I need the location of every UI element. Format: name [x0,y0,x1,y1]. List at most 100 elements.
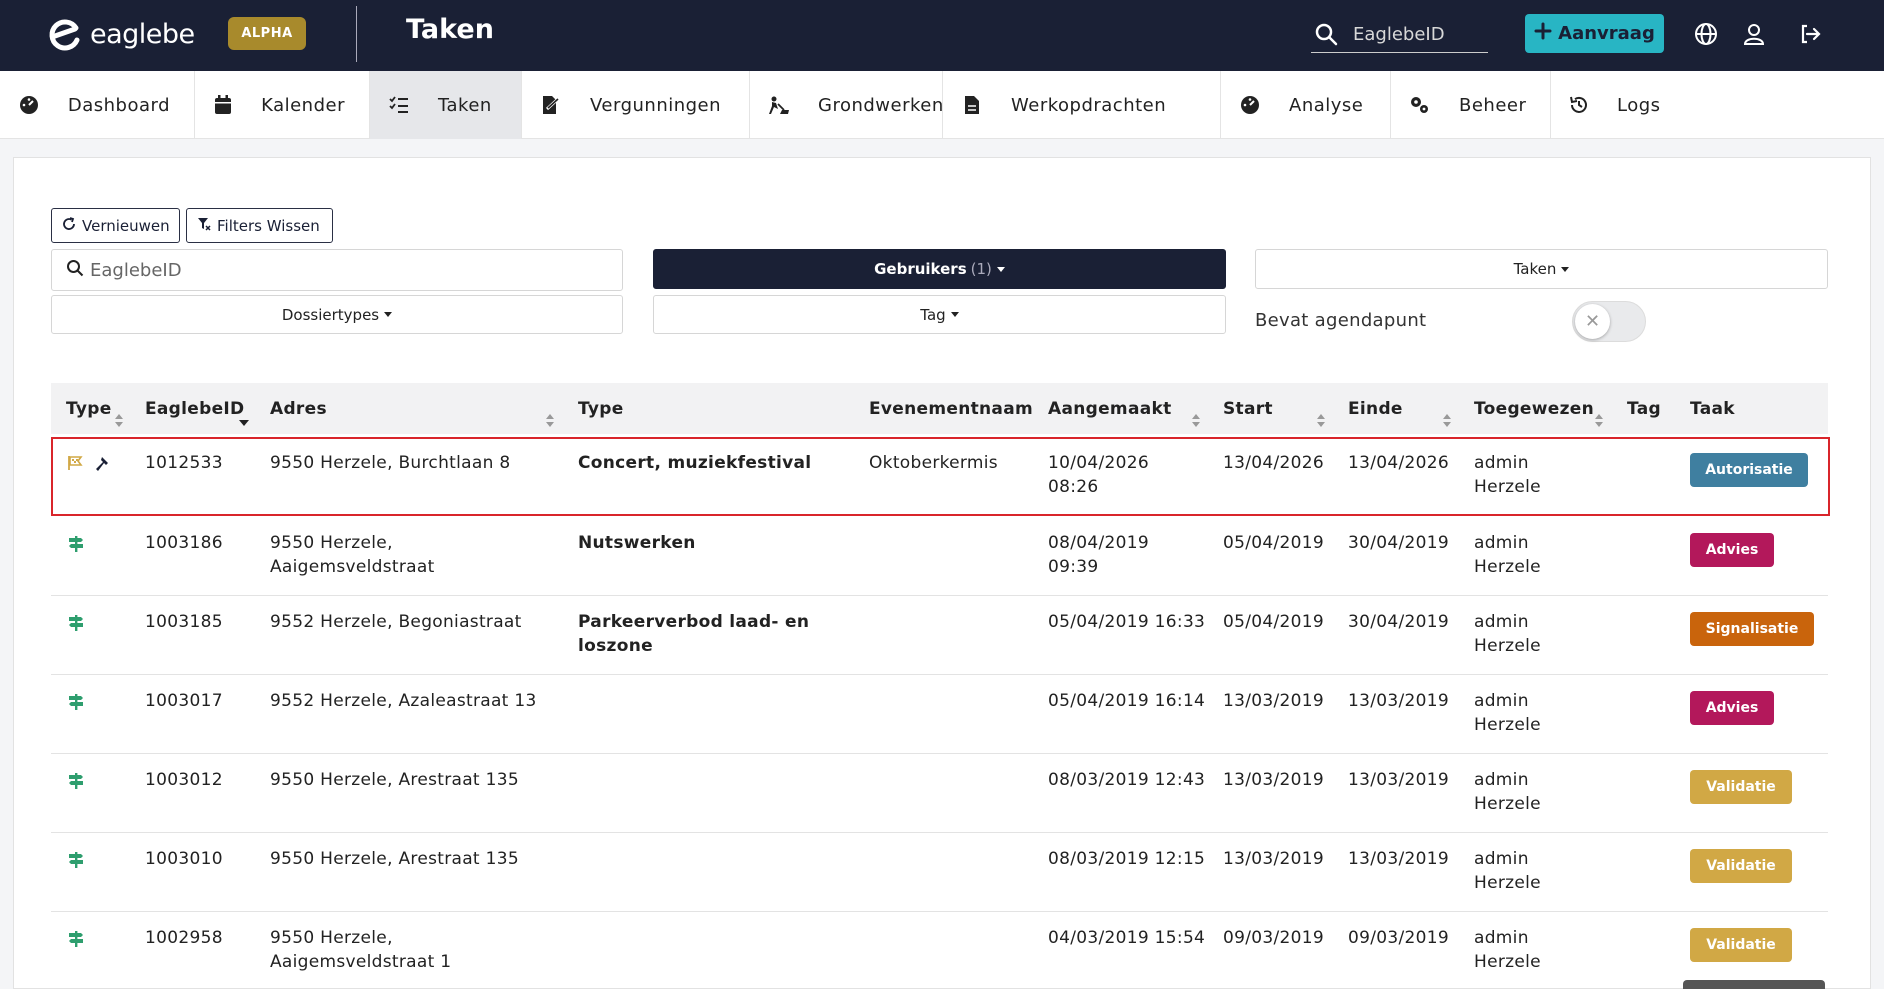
hammer-icon [95,455,113,477]
cell-assigned: admin Herzele [1474,768,1541,816]
dossiertypes-dropdown[interactable]: Dossiertypes [51,295,623,334]
col-eaglebeid[interactable]: EaglebeID [145,383,244,434]
chevron-down-icon [1561,266,1570,272]
users-count: (1) [970,260,992,278]
user-icon[interactable] [1740,20,1768,48]
tag-dropdown[interactable]: Tag [653,295,1226,334]
sort-icon[interactable] [1316,414,1326,428]
cell-start: 13/03/2019 [1223,768,1324,792]
cell-end-line: 30/04/2019 [1348,533,1449,553]
globe-icon[interactable] [1692,20,1720,48]
col-adres[interactable]: Adres [270,383,327,434]
col-tag[interactable]: Tag [1627,383,1661,434]
cell-assigned-line: admin [1474,849,1529,869]
table-row[interactable]: 1003185 9552 Herzele, Begoniastraat Parkee… [51,596,1828,675]
nav-grondwerken[interactable]: Grondwerken [750,71,943,139]
header-search-input[interactable] [1353,23,1483,45]
eaglebe-logo-icon [46,16,82,52]
task-badge[interactable]: Validatie [1690,849,1792,883]
history-icon [1569,94,1589,116]
cell-eaglebeid: 1003010 [145,847,223,871]
task-badge[interactable]: Validatie [1690,770,1792,804]
table-row[interactable]: 1012533 9550 Herzele, Burchtlaan 8 Concert… [51,437,1830,516]
cell-address: 9550 Herzele, Arestraat 135 [270,847,519,871]
analysis-icon [1239,94,1261,116]
logo-text: eaglebe [90,18,195,50]
nav-analyse-label: Analyse [1289,94,1364,116]
clear-filters-button[interactable]: Filters Wissen [186,208,333,243]
cell-assigned-line: Herzele [1474,715,1541,735]
cell-assigned-line: admin [1474,928,1529,948]
table-row[interactable]: 1003012 9550 Herzele, Arestraat 135 08/03/… [51,754,1828,833]
nav-werkopdrachten[interactable]: Werkopdrachten [943,71,1221,139]
sort-icon[interactable] [114,414,124,428]
task-badge[interactable]: Signalisatie [1690,612,1814,646]
cell-end-line: 13/03/2019 [1348,770,1449,790]
users-dropdown[interactable]: Gebruikers (1) [653,249,1226,289]
sort-icon[interactable] [1442,414,1452,428]
col-aangemaakt[interactable]: Aangemaakt [1048,383,1172,434]
cell-eaglebeid-line: 1003012 [145,770,223,790]
cell-start: 13/03/2019 [1223,847,1324,871]
agenda-toggle[interactable]: ✕ [1572,301,1646,342]
nav-kalender[interactable]: Kalender [195,71,370,139]
task-badge[interactable]: Autorisatie [1690,453,1808,487]
task-badge[interactable]: Validatie [1690,928,1792,962]
sort-icon[interactable] [1191,414,1201,428]
nav-dashboard[interactable]: Dashboard [0,71,195,139]
nav-vergunningen-label: Vergunningen [590,94,722,116]
cell-end: 13/03/2019 [1348,847,1449,871]
logout-icon[interactable] [1796,20,1824,48]
sort-icon[interactable] [1594,414,1604,428]
signpost-icon [67,693,85,715]
sort-icon[interactable] [545,414,555,428]
cell-start: 13/03/2019 [1223,689,1324,713]
refresh-button[interactable]: Vernieuwen [51,208,180,243]
digging-icon [768,94,790,116]
tasks-dropdown[interactable]: Taken [1255,249,1828,289]
cell-address: 9552 Herzele, Azaleastraat 13 [270,689,537,713]
col-toegewezen[interactable]: Toegewezen [1474,383,1594,434]
nav-analyse[interactable]: Analyse [1221,71,1391,139]
cell-eaglebeid: 1012533 [145,451,223,475]
table-row[interactable]: 1003010 9550 Herzele, Arestraat 135 08/03/… [51,833,1828,912]
table-row[interactable]: 1002958 9550 Herzele, Aaigemsveldstraat 1 0… [51,912,1828,989]
cell-assigned-line: Herzele [1474,557,1541,577]
row-type-icons [67,851,85,873]
table-header: Type EaglebeID Adres Type Evenementnaam … [51,383,1828,434]
col-taak[interactable]: Taak [1690,383,1735,434]
table-row[interactable]: 1003017 9552 Herzele, Azaleastraat 13 05/0… [51,675,1828,754]
cell-created: 10/04/2026 08:26 [1048,451,1149,499]
table-row[interactable]: 1003186 9550 Herzele, Aaigemsveldstraat Nut… [51,517,1828,596]
col-start[interactable]: Start [1223,383,1273,434]
col-type[interactable]: Type [578,383,624,434]
nav-logs[interactable]: Logs [1551,71,1681,139]
row-type-icons [67,772,85,794]
nav-beheer[interactable]: Beheer [1391,71,1551,139]
sort-desc-icon[interactable] [238,414,249,428]
cell-created-line: 08:26 [1048,477,1099,497]
col-evenementnaam[interactable]: Evenementnaam [869,383,1033,434]
cell-created: 08/04/2019 09:39 [1048,531,1149,579]
eaglebeid-filter-input[interactable] [90,259,590,281]
nav-vergunningen[interactable]: Vergunningen [522,71,750,139]
app-logo[interactable]: eaglebe [46,16,195,52]
dashboard-icon [18,94,40,116]
cell-end: 13/03/2019 [1348,689,1449,713]
col-einde[interactable]: Einde [1348,383,1403,434]
cell-end-line: 13/03/2019 [1348,849,1449,869]
agenda-toggle-label: Bevat agendapunt [1255,310,1427,331]
new-request-label: Aanvraag [1558,23,1655,44]
nav-taken-label: Taken [438,94,492,116]
page-title: Taken [406,14,494,45]
nav-taken[interactable]: Taken [370,71,522,139]
cell-start: 05/04/2019 [1223,531,1324,555]
cell-start-line: 13/03/2019 [1223,770,1324,790]
cell-assigned: admin Herzele [1474,531,1541,579]
cell-address-line: 9552 Herzele, Azaleastraat 13 [270,691,537,711]
new-request-button[interactable]: Aanvraag [1525,14,1664,53]
col-type-icon[interactable]: Type [66,383,112,434]
cell-start-line: 13/04/2026 [1223,453,1324,473]
task-badge[interactable]: Advies [1690,691,1774,725]
task-badge[interactable]: Advies [1690,533,1774,567]
